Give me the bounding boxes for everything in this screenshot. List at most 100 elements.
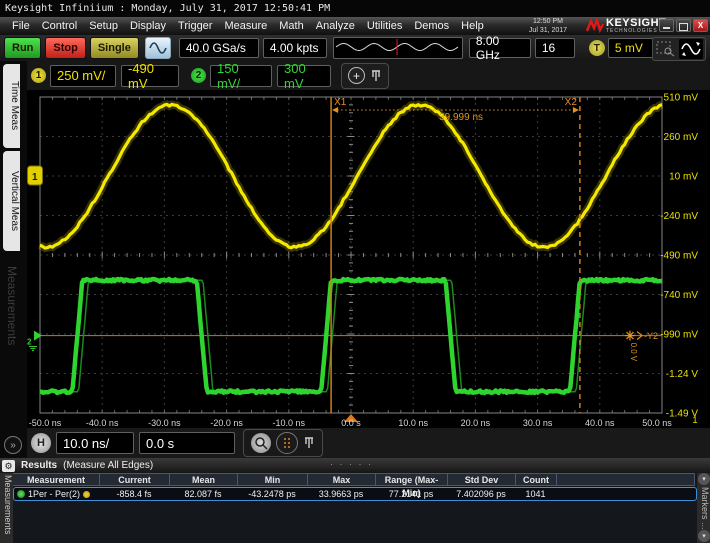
measurement-marker-dot xyxy=(83,491,90,498)
oscilloscope-app: Keysight Infiniium : Monday, July 31, 20… xyxy=(0,0,710,543)
waveform-mode-button[interactable] xyxy=(145,37,171,59)
menu-item-analyze[interactable]: Analyze xyxy=(310,17,361,35)
channel-2-ground-label: 2 xyxy=(27,338,32,347)
measurement-count-cell: 1041 xyxy=(515,488,556,500)
column-header-max: Max xyxy=(308,473,376,486)
waveform-preview[interactable] xyxy=(333,37,463,59)
marker-y2-value-label: 0.0 V xyxy=(629,343,638,362)
brand-name: KEYSIGHT xyxy=(606,18,666,28)
channel-1-offset-field[interactable]: -490 mV xyxy=(121,65,179,87)
menu-item-file[interactable]: File xyxy=(6,17,36,35)
channel-1-badge[interactable]: 1 xyxy=(31,68,46,83)
menu-item-display[interactable]: Display xyxy=(124,17,172,35)
results-drag-handle[interactable]: · · · · · xyxy=(330,459,373,469)
channel-2-scale-field[interactable]: 150 mV/ xyxy=(210,65,272,87)
menu-item-demos[interactable]: Demos xyxy=(408,17,455,35)
y-axis-tick-label: -990 mV xyxy=(660,330,698,341)
acquisition-points-button[interactable] xyxy=(276,432,298,454)
single-button[interactable]: Single xyxy=(90,37,139,59)
stop-button[interactable]: Stop xyxy=(45,37,85,59)
channel-1-ground-label: 1 xyxy=(32,172,38,183)
tab-vertical-meas[interactable]: Vertical Meas xyxy=(3,151,20,251)
channel-2-badge[interactable]: 2 xyxy=(191,68,206,83)
y-axis-tick-label: 510 mV xyxy=(664,93,699,104)
sidebar-expand-button[interactable]: » xyxy=(4,436,22,454)
channel-2-offset-field[interactable]: 300 mV xyxy=(277,65,331,87)
minimize-button[interactable] xyxy=(659,19,674,32)
zoom-region-icon[interactable] xyxy=(655,40,677,58)
x-axis-tick-label: 30.0 ns xyxy=(523,418,553,428)
menu-item-trigger[interactable]: Trigger xyxy=(172,17,218,35)
title-bar: Keysight Infiniium : Monday, July 31, 20… xyxy=(0,0,710,17)
waveform-preview-icon xyxy=(334,38,460,56)
horizontal-controls: H 10.0 ns/ 0.0 s xyxy=(27,428,710,458)
markers-strip-chevron-top[interactable]: ▾ xyxy=(698,473,710,485)
x-axis-tick-label: 10.0 ns xyxy=(398,418,428,428)
close-button[interactable]: X xyxy=(693,19,708,32)
horizontal-position-field[interactable]: 0.0 s xyxy=(139,432,235,454)
results-title: Results xyxy=(21,460,57,471)
horizontal-badge[interactable]: H xyxy=(31,433,51,453)
y-axis-tick-label: -1.24 V xyxy=(666,369,699,380)
dots-icon xyxy=(281,436,293,450)
trigger-source-badge[interactable]: T xyxy=(589,40,605,56)
measurements-ghost-label: Measurements xyxy=(5,266,19,345)
corner-label: 1 xyxy=(692,415,697,425)
measurement-std_dev-cell: 7.402096 ps xyxy=(447,488,515,500)
measurement-name-cell: 1Per - Per(2) xyxy=(14,488,99,500)
run-button[interactable]: Run xyxy=(4,37,41,59)
averages-field[interactable]: 16 xyxy=(535,38,575,58)
magnifier-icon xyxy=(254,436,268,450)
measurement-row[interactable]: 1Per - Per(2)-858.4 fs82.087 fs-43.2478 … xyxy=(13,487,697,501)
menu-item-control[interactable]: Control xyxy=(36,17,83,35)
minimize-icon xyxy=(663,27,670,29)
pin-icon[interactable] xyxy=(303,436,315,450)
sample-rate-field[interactable]: 40.0 GSa/s xyxy=(179,38,259,58)
pin-icon[interactable] xyxy=(370,69,382,83)
window-buttons: X xyxy=(659,19,708,32)
channel-1-scale-field[interactable]: 250 mV/ xyxy=(50,65,116,87)
auto-waveform-icon[interactable] xyxy=(679,39,703,59)
bandwidth-field[interactable]: 8.00 GHz xyxy=(469,38,531,58)
measurement-current-cell: -858.4 fs xyxy=(99,488,169,500)
markers-strip-chevron-bottom[interactable]: ▾ xyxy=(698,530,710,542)
menu-item-help[interactable]: Help xyxy=(455,17,490,35)
timebase-field[interactable]: 10.0 ns/ xyxy=(56,432,134,454)
results-gear-button[interactable]: ⚙ xyxy=(2,460,15,472)
menu-item-setup[interactable]: Setup xyxy=(83,17,124,35)
left-sidebar: Time Meas Vertical Meas Measurements » xyxy=(0,61,27,458)
horizontal-zoom-group xyxy=(243,429,323,457)
measurement-status-icon xyxy=(17,490,25,498)
keysight-logo: KEYSIGHT TECHNOLOGIES xyxy=(586,17,666,35)
toolbar-right-icons xyxy=(652,37,706,61)
delta-value-label: 39.999 ns xyxy=(439,112,483,123)
horizontal-zoom-button[interactable] xyxy=(251,433,271,453)
y-axis-tick-label: -740 mV xyxy=(660,290,698,301)
measurement-max-cell: 33.9663 ps xyxy=(307,488,375,500)
y-axis-tick-label: 260 mV xyxy=(664,132,699,143)
add-channel-button[interactable]: + xyxy=(348,67,365,84)
measurement-mean-cell: 82.087 fs xyxy=(169,488,237,500)
x-axis-tick-label: 50.0 ns xyxy=(642,418,672,428)
memory-depth-field[interactable]: 4.00 kpts xyxy=(263,38,327,58)
results-panel: ⚙ Results (Measure All Edges) · · · · · … xyxy=(0,458,710,543)
column-header-filler xyxy=(557,473,695,486)
tab-time-meas[interactable]: Time Meas xyxy=(3,64,20,148)
column-header-count: Count xyxy=(516,473,557,486)
restore-button[interactable] xyxy=(676,19,691,32)
y-axis-tick-label: -490 mV xyxy=(660,251,698,262)
menu-item-math[interactable]: Math xyxy=(273,17,309,35)
x-axis-tick-label: 20.0 ns xyxy=(461,418,491,428)
y-axis-tick-label: -240 mV xyxy=(660,211,698,222)
results-header: ⚙ Results (Measure All Edges) · · · · · xyxy=(0,458,710,473)
marker-x1-label[interactable]: X1 xyxy=(334,97,347,108)
results-measurements-strip[interactable]: Measurements xyxy=(0,473,13,543)
marker-x2-label[interactable]: X2 xyxy=(565,97,578,108)
menu-item-measure[interactable]: Measure xyxy=(218,17,273,35)
menu-item-utilities[interactable]: Utilities xyxy=(361,17,408,35)
channel-controls-row: 1 250 mV/ -490 mV 2 150 mV/ 300 mV + xyxy=(0,61,710,90)
scope-display: X1X239.999 ns-Y20.0 V-50.0 ns-40.0 ns-30… xyxy=(27,90,710,428)
keysight-spark-icon xyxy=(586,18,604,34)
y-axis-tick-label: 10 mV xyxy=(669,172,698,183)
column-header-std-dev: Std Dev xyxy=(448,473,516,486)
